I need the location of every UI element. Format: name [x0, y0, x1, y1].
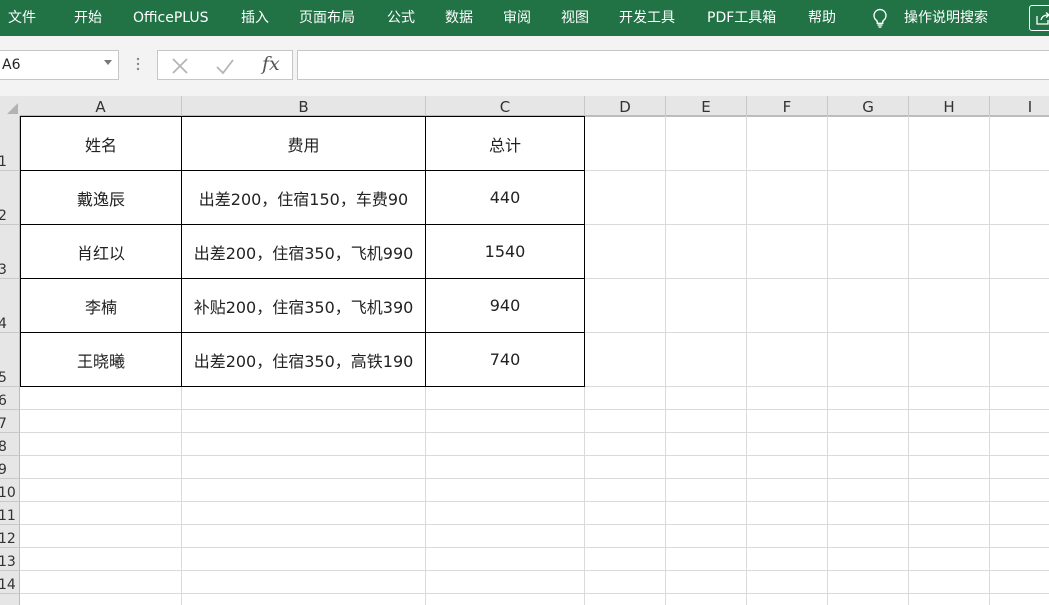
row-header-3[interactable]: 3 — [0, 225, 20, 279]
gridline — [20, 432, 1049, 433]
tell-me-search[interactable]: 操作说明搜索 — [904, 9, 988, 27]
gridline — [20, 409, 1049, 410]
name-box[interactable]: A6 — [0, 50, 119, 80]
table-border — [584, 116, 585, 387]
gridline — [827, 116, 828, 605]
gridline — [20, 478, 1049, 479]
column-header-c[interactable]: C — [426, 96, 585, 116]
formula-bar: A6 fx — [0, 36, 1049, 97]
cell-a4[interactable]: 李楠 — [21, 279, 181, 332]
cell-b1[interactable]: 费用 — [182, 117, 425, 170]
gridline — [20, 593, 1049, 594]
select-all-corner[interactable] — [0, 96, 20, 116]
cell-a1[interactable]: 姓名 — [21, 117, 181, 170]
row-header-11[interactable]: 11 — [0, 502, 20, 525]
cell-a3[interactable]: 肖红以 — [21, 225, 181, 278]
tab-file[interactable]: 文件 — [8, 9, 36, 27]
row-number: 3 — [0, 262, 7, 278]
column-header-f[interactable]: F — [747, 96, 828, 116]
gridline — [989, 116, 990, 605]
tab-review[interactable]: 审阅 — [503, 9, 531, 27]
row-header-9[interactable]: 9 — [0, 456, 20, 479]
tab-view[interactable]: 视图 — [561, 9, 589, 27]
row-header-4[interactable]: 4 — [0, 279, 20, 333]
select-all-triangle-icon — [7, 103, 18, 114]
chevron-down-icon[interactable] — [104, 60, 112, 66]
name-box-value: A6 — [2, 57, 21, 73]
tab-page-layout[interactable]: 页面布局 — [299, 9, 355, 27]
cell-b2[interactable]: 出差200，住宿150，车费90 — [182, 171, 425, 224]
vertical-dots-icon[interactable] — [134, 56, 142, 72]
ribbon-tabs-bar: 文件 开始 OfficePLUS 插入 页面布局 公式 数据 审阅 视图 开发工… — [0, 0, 1049, 36]
row-number: 8 — [0, 439, 7, 455]
cell-a5[interactable]: 王晓曦 — [21, 333, 181, 386]
tab-formulas[interactable]: 公式 — [387, 9, 415, 27]
row-number: 12 — [0, 531, 16, 547]
row-number: 4 — [0, 316, 7, 332]
column-header-b[interactable]: B — [182, 96, 426, 116]
row-header-13[interactable]: 13 — [0, 548, 20, 571]
row-number: 13 — [0, 554, 16, 570]
row-header-12[interactable]: 12 — [0, 525, 20, 548]
insert-function-icon[interactable]: fx — [262, 53, 280, 75]
cell-b3[interactable]: 出差200，住宿350，飞机990 — [182, 225, 425, 278]
column-header-h[interactable]: H — [909, 96, 990, 116]
tab-data[interactable]: 数据 — [445, 9, 473, 27]
tab-developer[interactable]: 开发工具 — [619, 9, 675, 27]
row-number: 1 — [0, 154, 7, 170]
row-number: 9 — [0, 462, 7, 478]
row-header-6[interactable]: 6 — [0, 387, 20, 410]
gridline — [20, 455, 1049, 456]
row-header-10[interactable]: 10 — [0, 479, 20, 502]
row-number: 11 — [0, 508, 16, 524]
row-header-7[interactable]: 7 — [0, 410, 20, 433]
row-header-8[interactable]: 8 — [0, 433, 20, 456]
share-button[interactable] — [1029, 5, 1049, 31]
row-number: 2 — [0, 208, 7, 224]
cell-c5[interactable]: 740 — [426, 333, 584, 386]
column-header-e[interactable]: E — [666, 96, 747, 116]
gridline — [20, 524, 1049, 525]
row-header-15[interactable] — [0, 594, 20, 605]
row-number: 6 — [0, 393, 7, 409]
row-header-2[interactable]: 2 — [0, 171, 20, 225]
formula-input[interactable] — [297, 50, 1049, 80]
column-header-i[interactable]: I — [990, 96, 1049, 116]
tab-officeplus[interactable]: OfficePLUS — [133, 9, 209, 27]
row-number: 14 — [0, 577, 16, 593]
table-border — [20, 386, 585, 387]
row-number: 5 — [0, 370, 7, 386]
cell-c2[interactable]: 440 — [426, 171, 584, 224]
tab-home[interactable]: 开始 — [74, 9, 102, 27]
tab-help[interactable]: 帮助 — [808, 9, 836, 27]
row-header-5[interactable]: 5 — [0, 333, 20, 387]
share-icon — [1036, 12, 1049, 25]
cell-c4[interactable]: 940 — [426, 279, 584, 332]
gridline — [20, 501, 1049, 502]
row-header-14[interactable]: 14 — [0, 571, 20, 594]
cell-a2[interactable]: 戴逸辰 — [21, 171, 181, 224]
gridline — [908, 116, 909, 605]
lightbulb-icon[interactable] — [871, 8, 889, 28]
column-header-a[interactable]: A — [20, 96, 182, 116]
enter-check-icon[interactable] — [214, 55, 236, 77]
cell-b5[interactable]: 出差200，住宿350，高铁190 — [182, 333, 425, 386]
column-header-g[interactable]: G — [828, 96, 909, 116]
gridline — [20, 570, 1049, 571]
cell-b4[interactable]: 补贴200，住宿350，飞机390 — [182, 279, 425, 332]
tab-insert[interactable]: 插入 — [241, 9, 269, 27]
cell-c3[interactable]: 1540 — [426, 225, 584, 278]
gridline — [20, 547, 1049, 548]
cell-c1[interactable]: 总计 — [426, 117, 584, 170]
cancel-icon[interactable] — [169, 55, 191, 77]
gridline — [746, 116, 747, 605]
tab-pdf-toolbox[interactable]: PDF工具箱 — [707, 9, 776, 27]
column-header-d[interactable]: D — [585, 96, 666, 116]
row-number: 10 — [0, 485, 16, 501]
gridline — [665, 116, 666, 605]
row-number: 7 — [0, 416, 7, 432]
row-header-1[interactable]: 1 — [0, 116, 20, 171]
